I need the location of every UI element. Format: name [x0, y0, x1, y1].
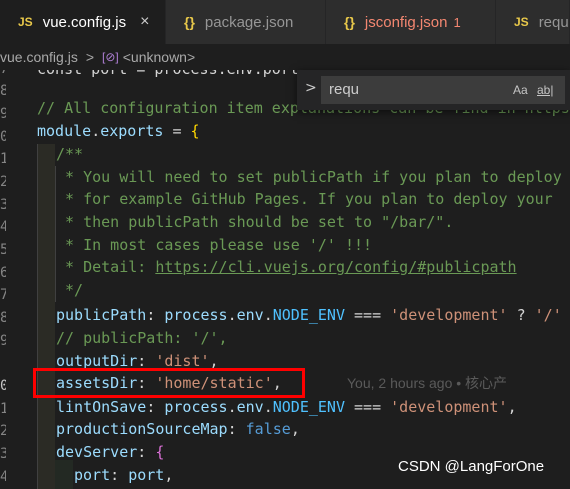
line-number: 4: [0, 219, 6, 235]
javascript-file-icon: JS: [514, 15, 529, 29]
code-line-comment: // publicPath: '/',: [56, 329, 228, 347]
line-number: 2: [0, 174, 6, 190]
code-line-comment: * You will need to set publicPath if you…: [56, 168, 562, 186]
code-line-comment: * In most cases please use '/' !!!: [56, 236, 373, 254]
symbol-variable-icon: [⊘]: [102, 50, 119, 64]
line-number: 8: [0, 310, 6, 326]
tab-requ[interactable]: JS requ: [496, 0, 570, 44]
tab-label: jsconfig.json: [364, 13, 448, 31]
line-number: 9: [0, 333, 6, 349]
line-number: 4: [0, 469, 6, 485]
code-line: lintOnSave: process.env.NODE_ENV === 'de…: [56, 398, 517, 416]
json-file-icon: {}: [184, 14, 195, 30]
code-line-comment: /**: [56, 145, 84, 163]
code-line-comment: * Detail: https://cli.vuejs.org/config/#…: [56, 258, 517, 276]
json-file-icon: {}: [344, 14, 355, 30]
find-widget: > requ Aa ab|: [297, 70, 570, 110]
line-number: 8: [0, 83, 6, 99]
tab-label: package.json: [204, 13, 294, 31]
line-number: 7: [0, 287, 6, 303]
line-number-current: 0: [0, 378, 6, 394]
tab-bar: JS vue.config.js × {} package.json {} js…: [0, 0, 570, 44]
breadcrumb-file[interactable]: vue.config.js: [0, 49, 78, 65]
line-number: 1: [0, 151, 6, 167]
line-number-gutter: 7 8 9 0 1 2 3 4 5 6 7 8 9 0 1 2 3 4: [0, 70, 22, 489]
tab-jsconfig-json[interactable]: {} jsconfig.json 1: [326, 0, 496, 44]
code-line-comment: */: [56, 281, 84, 299]
tab-label: requ: [538, 13, 569, 31]
problem-count-badge: 1: [453, 14, 461, 30]
find-input[interactable]: requ: [321, 76, 565, 104]
line-number: 5: [0, 242, 6, 258]
breadcrumb-symbol[interactable]: <unknown>: [123, 49, 195, 65]
git-blame-annotation: You, 2 hours ago • 核心产: [347, 375, 508, 391]
watermark: CSDN @LangForOne: [398, 458, 545, 475]
code-line: const port = process.env.port: [37, 70, 299, 81]
line-number: 9: [0, 106, 6, 122]
chevron-right-icon: >: [85, 49, 95, 65]
close-icon[interactable]: ×: [140, 13, 149, 31]
code-line: publicPath: process.env.NODE_ENV === 'de…: [56, 306, 562, 324]
tab-vue-config[interactable]: JS vue.config.js ×: [0, 0, 166, 44]
line-number: 7: [0, 70, 6, 81]
code-line: devServer: {: [56, 443, 165, 461]
comment-link[interactable]: https://cli.vuejs.org/config/#publicpath: [155, 258, 516, 276]
code-line-comment: * for example GitHub Pages. If you plan …: [56, 190, 553, 208]
code-line: port: port,: [74, 466, 174, 484]
code-line-comment: * then publicPath should be set to "/bar…: [56, 213, 454, 231]
breadcrumb: vue.config.js > [⊘] <unknown>: [0, 44, 570, 70]
code-line: productionSourceMap: false,: [56, 420, 300, 438]
line-number: 2: [0, 423, 6, 439]
match-whole-word-icon[interactable]: ab|: [537, 83, 553, 97]
tab-package-json[interactable]: {} package.json: [166, 0, 326, 44]
code-line: module.exports = {: [37, 122, 200, 140]
line-number: 3: [0, 197, 6, 213]
code-area[interactable]: const port = process.env.port // All con…: [37, 70, 570, 489]
match-case-icon[interactable]: Aa: [513, 83, 528, 97]
line-number: 3: [0, 446, 6, 462]
highlight-box: [33, 368, 305, 398]
line-number: 1: [0, 401, 6, 417]
tab-label: vue.config.js: [42, 13, 127, 31]
code-editor[interactable]: 7 8 9 0 1 2 3 4 5 6 7 8 9 0 1 2 3 4 cons…: [0, 70, 570, 489]
line-number: 0: [0, 129, 6, 145]
javascript-file-icon: JS: [18, 15, 33, 29]
line-number: 6: [0, 265, 6, 281]
chevron-right-icon[interactable]: >: [305, 80, 317, 96]
